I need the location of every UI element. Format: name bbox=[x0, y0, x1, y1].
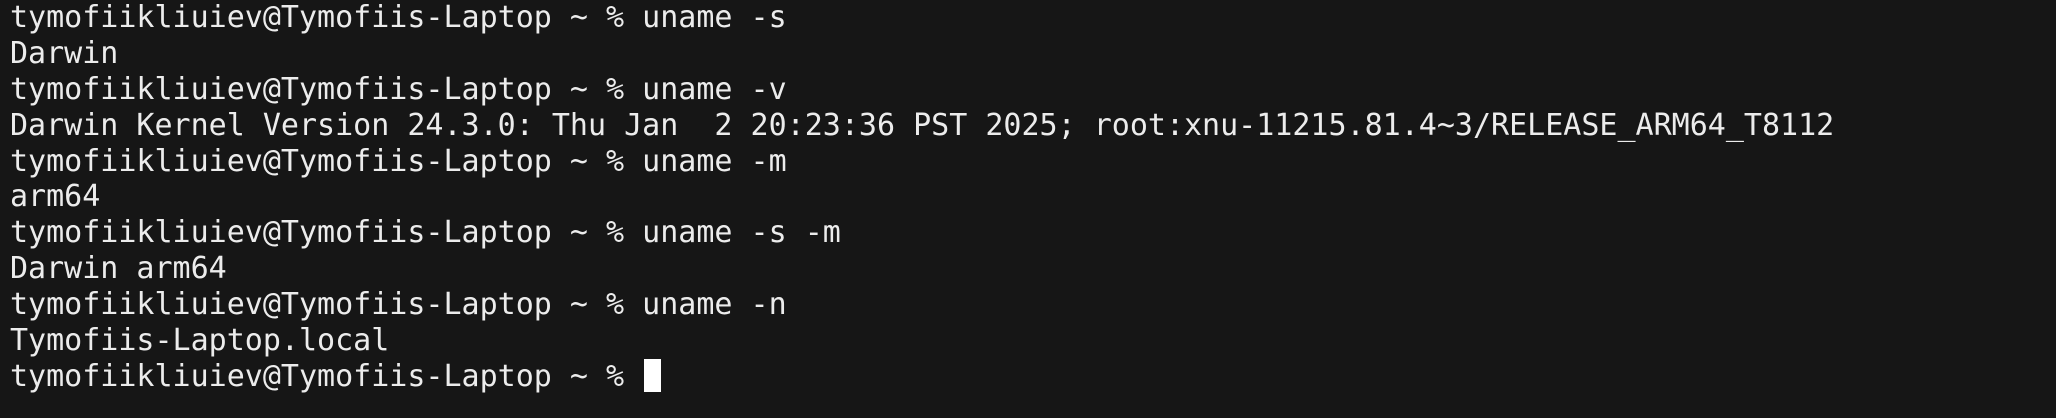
command-line: tymofiikliuiev@Tymofiis-Laptop ~ % uname… bbox=[10, 287, 2056, 323]
shell-prompt: tymofiikliuiev@Tymofiis-Laptop ~ % bbox=[10, 71, 643, 107]
command-text: uname -s -m bbox=[642, 215, 841, 251]
shell-prompt: tymofiikliuiev@Tymofiis-Laptop ~ % bbox=[10, 143, 643, 179]
shell-prompt: tymofiikliuiev@Tymofiis-Laptop ~ % bbox=[10, 215, 643, 251]
command-line: tymofiikliuiev@Tymofiis-Laptop ~ % uname… bbox=[10, 144, 2056, 180]
command-text: uname -v bbox=[642, 71, 787, 107]
command-output: Darwin bbox=[10, 35, 119, 71]
command-output: Tymofiis-Laptop.local bbox=[10, 323, 390, 359]
command-output: Darwin Kernel Version 24.3.0: Thu Jan 2 … bbox=[10, 107, 1835, 143]
command-line: tymofiikliuiev@Tymofiis-Laptop ~ % uname… bbox=[10, 72, 2056, 108]
command-text: uname -s bbox=[642, 0, 787, 35]
command-text: uname -m bbox=[642, 143, 787, 179]
active-input-line[interactable]: tymofiikliuiev@Tymofiis-Laptop ~ % bbox=[10, 358, 2056, 395]
command-line: tymofiikliuiev@Tymofiis-Laptop ~ % uname… bbox=[10, 0, 2056, 36]
text-cursor bbox=[644, 358, 662, 392]
command-output: arm64 bbox=[10, 179, 101, 215]
command-text: uname -n bbox=[642, 287, 787, 323]
shell-prompt: tymofiikliuiev@Tymofiis-Laptop ~ % bbox=[10, 287, 643, 323]
command-output: Darwin arm64 bbox=[10, 251, 227, 287]
shell-prompt: tymofiikliuiev@Tymofiis-Laptop ~ % bbox=[10, 0, 643, 35]
shell-prompt: tymofiikliuiev@Tymofiis-Laptop ~ % bbox=[10, 358, 643, 394]
terminal-window[interactable]: tymofiikliuiev@Tymofiis-Laptop ~ % uname… bbox=[0, 0, 2056, 418]
command-line: tymofiikliuiev@Tymofiis-Laptop ~ % uname… bbox=[10, 215, 2056, 251]
